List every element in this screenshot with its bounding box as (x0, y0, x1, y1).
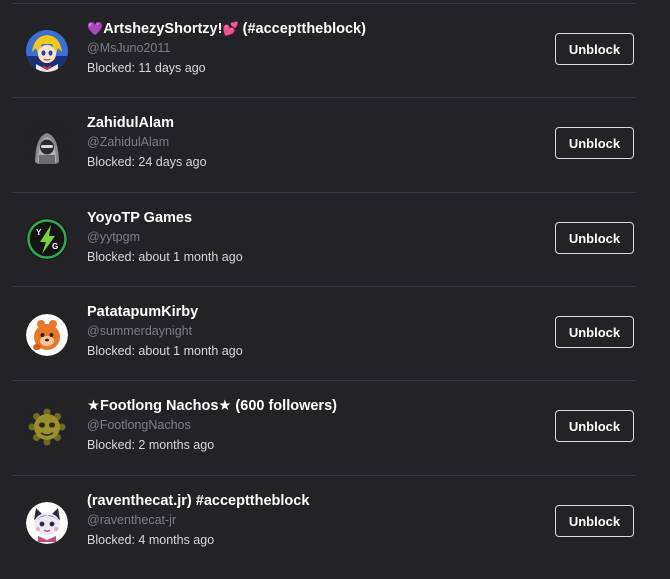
svg-text:Y: Y (36, 228, 42, 237)
sun-face-avatar[interactable] (26, 406, 68, 448)
unblock-button[interactable]: Unblock (555, 316, 634, 348)
user-handle: @yytpgm (87, 230, 140, 244)
anime-character-avatar[interactable] (26, 30, 68, 72)
user-name[interactable]: (raventhecat.jr) #accepttheblock (87, 492, 309, 510)
blocked-user-row: ZahidulAlam @ZahidulAlam Blocked: 24 day… (0, 97, 670, 191)
user-info: ★Footlong Nachos★ (600 followers) @Footl… (87, 397, 337, 453)
hooded-figure-avatar[interactable] (26, 124, 68, 166)
unblock-button[interactable]: Unblock (555, 505, 634, 537)
blocked-time: Blocked: 2 months ago (87, 438, 215, 452)
orange-character-avatar[interactable] (26, 314, 68, 356)
user-name-suffix: (#accepttheblock) (238, 21, 366, 37)
user-handle: @FootlongNachos (87, 418, 191, 432)
blocked-users-list: 💜ArtshezyShortzy!💕 (#accepttheblock) @Ms… (0, 0, 670, 579)
blocked-time: Blocked: 4 months ago (87, 533, 215, 547)
user-name[interactable]: YoyoTP Games (87, 209, 243, 227)
blocked-user-row: 💜ArtshezyShortzy!💕 (#accepttheblock) @Ms… (0, 3, 670, 97)
user-handle: @raventhecat-jr (87, 513, 177, 527)
user-info: PatatapumKirby @summerdaynight Blocked: … (87, 303, 243, 359)
user-handle: @summerdaynight (87, 324, 193, 338)
user-handle: @MsJuno2011 (87, 41, 171, 55)
blocked-time: Blocked: 24 days ago (87, 155, 207, 169)
user-name-text: ArtshezyShortzy! (103, 21, 223, 37)
user-info: ZahidulAlam @ZahidulAlam Blocked: 24 day… (87, 114, 207, 170)
user-info: (raventhecat.jr) #accepttheblock @ravent… (87, 492, 309, 548)
user-handle: @ZahidulAlam (87, 135, 170, 149)
blocked-user-row: ★Footlong Nachos★ (600 followers) @Footl… (0, 380, 670, 474)
user-info: YoyoTP Games @yytpgm Blocked: about 1 mo… (87, 209, 243, 265)
unblock-button[interactable]: Unblock (555, 410, 634, 442)
unblock-button[interactable]: Unblock (555, 127, 634, 159)
unblock-button[interactable]: Unblock (555, 33, 634, 65)
ytg-lightning-logo-avatar[interactable]: Y G (26, 218, 68, 260)
blocked-time: Blocked: about 1 month ago (87, 250, 243, 264)
unblock-button[interactable]: Unblock (555, 222, 634, 254)
cartoon-cat-avatar[interactable] (26, 502, 68, 544)
two-hearts-icon: 💕 (222, 21, 239, 36)
user-name[interactable]: ★Footlong Nachos★ (600 followers) (87, 397, 337, 415)
blocked-time: Blocked: about 1 month ago (87, 344, 243, 358)
blocked-user-row: (raventhecat.jr) #accepttheblock @ravent… (0, 475, 670, 569)
blocked-user-row: Y G YoyoTP Games @yytpgm Blocked: about … (0, 192, 670, 286)
user-info: 💜ArtshezyShortzy!💕 (#accepttheblock) @Ms… (87, 20, 366, 76)
user-name[interactable]: PatatapumKirby (87, 303, 243, 321)
blocked-user-row: PatatapumKirby @summerdaynight Blocked: … (0, 286, 670, 380)
user-name[interactable]: ZahidulAlam (87, 114, 207, 132)
user-name[interactable]: 💜ArtshezyShortzy!💕 (#accepttheblock) (87, 20, 366, 38)
blocked-time: Blocked: 11 days ago (87, 61, 206, 75)
svg-text:G: G (52, 242, 58, 251)
purple-heart-icon: 💜 (87, 21, 104, 36)
